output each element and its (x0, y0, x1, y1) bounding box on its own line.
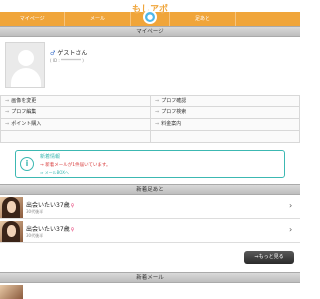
mail-row[interactable] (0, 284, 300, 299)
avatar-head-icon (18, 50, 34, 66)
chevron-right-icon: › (289, 201, 293, 210)
menu-label: 料金案内 (161, 121, 182, 127)
footprint-name: 出会いたい37歳♀ (26, 224, 74, 233)
mail-thumbnail (0, 285, 23, 299)
footprint-name-text: 出会いたい37歳 (26, 226, 70, 233)
menu-label: プロフ検索 (161, 109, 187, 115)
footprint-name-text: 出会いたい37歳 (26, 202, 70, 209)
nav-footprints[interactable]: 足あと (170, 12, 236, 26)
arrow-icon: ⇒ (155, 121, 160, 127)
menu-label: 画像を変更 (11, 98, 37, 104)
menu-label: プロフ確認 (161, 98, 187, 104)
notice-title: 新着情報 (40, 154, 61, 160)
footprint-age-group: 30代後半 (26, 209, 44, 214)
footprint-thumbnail (0, 197, 23, 218)
user-name-text: ゲストさん (57, 50, 88, 57)
menu-pricing[interactable]: ⇒ 料金案内 (150, 119, 300, 131)
mypage-menu: ⇒ 画像を変更 ⇒ プロフ確認 ⇒ プロフ編集 ⇒ プロフ検索 ⇒ ポイント購入 ⇒ 料金案… (0, 95, 300, 143)
male-icon: ♂ (50, 50, 56, 57)
nav-mypage[interactable]: マイページ (0, 12, 66, 26)
menu-empty-left (0, 131, 150, 143)
face-shape (7, 225, 16, 237)
footprints-section-title: 新着足あと (0, 184, 300, 195)
menu-buy-points[interactable]: ⇒ ポイント購入 (0, 119, 150, 131)
nav-mail[interactable]: メール (65, 12, 131, 26)
notice-text[interactable]: → 新着メールが1件届いています。 (40, 162, 110, 168)
avatar-body-icon (11, 68, 41, 87)
mailbox-link[interactable]: ⇒ メールBOXへ (40, 170, 69, 176)
profile-card: ♂ ゲストさん ( ID : ********** ) (0, 37, 300, 95)
face-shape (7, 201, 16, 213)
arrow-icon: ⇒ (5, 109, 10, 115)
footprint-row[interactable]: 出会いたい37歳♀ 30代後半 › (0, 220, 300, 243)
mypage-section-title: マイページ (0, 26, 300, 37)
avatar[interactable] (5, 42, 45, 88)
user-name: ♂ ゲストさん (50, 48, 87, 57)
footprint-thumbnail (0, 221, 23, 242)
mail-section-title: 新着メール (0, 272, 300, 283)
female-icon: ♀ (70, 203, 75, 209)
footprint-name: 出会いたい37歳♀ (26, 200, 74, 209)
chevron-right-icon: › (289, 225, 293, 234)
arrow-icon: ⇒ (155, 98, 160, 104)
news-notice: i 新着情報 → 新着メールが1件届いています。 ⇒ メールBOXへ (15, 150, 285, 178)
nav-extra[interactable] (236, 12, 300, 26)
footprint-row[interactable]: 出会いたい37歳♀ 30代後半 › (0, 196, 300, 219)
menu-label: プロフ編集 (11, 109, 37, 115)
menu-profile-check[interactable]: ⇒ プロフ確認 (150, 95, 300, 107)
menu-profile-search[interactable]: ⇒ プロフ検索 (150, 107, 300, 119)
menu-empty-right (150, 131, 300, 143)
female-icon: ♀ (70, 227, 75, 233)
footprint-age-group: 30代後半 (26, 233, 44, 238)
info-icon: i (20, 157, 34, 171)
menu-change-image[interactable]: ⇒ 画像を変更 (0, 95, 150, 107)
arrow-icon: ⇒ (5, 121, 10, 127)
more-button[interactable]: ⇒もっと見る (244, 251, 294, 264)
arrow-icon: ⇒ (5, 98, 10, 104)
user-id: ( ID : ********** ) (50, 58, 84, 63)
menu-label: ポイント購入 (11, 121, 42, 127)
logo-badge-icon: ● (143, 10, 157, 24)
arrow-icon: ⇒ (155, 109, 160, 115)
menu-profile-edit[interactable]: ⇒ プロフ編集 (0, 107, 150, 119)
